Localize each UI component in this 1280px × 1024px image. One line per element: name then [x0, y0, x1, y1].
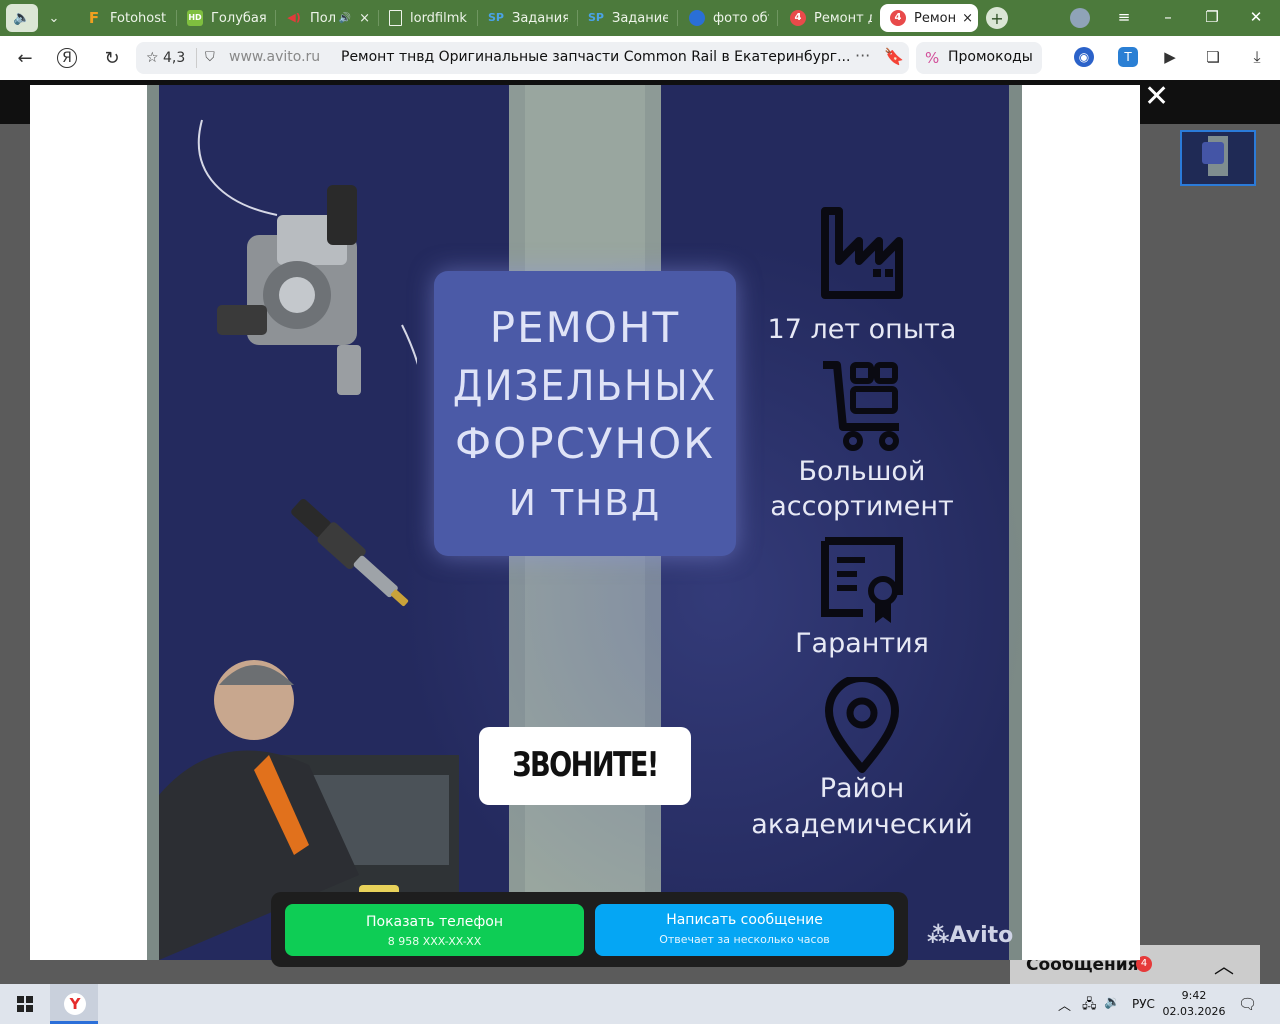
speaker-icon: 🔈	[13, 10, 31, 26]
volume-icon[interactable]: 🔉	[1104, 995, 1120, 1010]
chevron-down-icon: ⌄	[48, 10, 60, 26]
close-tab-icon[interactable]: ×	[359, 11, 370, 26]
factory-icon	[821, 207, 903, 299]
injector-image	[291, 499, 409, 606]
profile-avatar[interactable]	[1070, 8, 1090, 28]
cart-icon	[823, 361, 899, 451]
close-gallery-icon[interactable]: ✕	[1144, 82, 1169, 112]
clock[interactable]: 9:42 02.03.2026	[1162, 988, 1226, 1020]
location-pin-icon	[825, 677, 899, 773]
title-line-1: РЕМОНТ	[489, 303, 681, 352]
audio-playing-icon: ◀)	[287, 11, 301, 24]
more-icon[interactable]: ···	[855, 46, 870, 65]
shield-icon[interactable]: ⛉	[205, 50, 215, 65]
url-page-title[interactable]: Ремонт тнвд Оригинальные запчасти Common…	[341, 49, 850, 65]
feature-warranty: Гарантия	[795, 628, 929, 659]
feature-experience: 17 лет опыта	[767, 314, 957, 345]
mute-icon[interactable]: 🔊	[339, 13, 351, 24]
avito-badge-icon: 4	[790, 10, 806, 26]
sp-icon: SP	[488, 11, 504, 24]
extension-shield-icon[interactable]: ◉	[1074, 47, 1094, 67]
show-phone-label: Показать телефон	[365, 914, 504, 930]
notifications-icon[interactable]: 🗨	[1238, 995, 1257, 1013]
tab-remont-active[interactable]: 4 Ремон ×	[880, 4, 978, 32]
promo-label: Промокоды	[948, 49, 1033, 65]
feature-district-2: академический	[751, 809, 973, 840]
show-phone-button[interactable]	[285, 904, 584, 956]
plus-icon: +	[990, 8, 1004, 28]
download-icon[interactable]: ⤓	[1247, 47, 1267, 67]
fuel-pump-image	[197, 119, 417, 395]
chevron-up-icon[interactable]: ︿	[1214, 950, 1234, 979]
sp-icon: SP	[588, 11, 604, 24]
tab-zadanie[interactable]: SP Задание	[588, 6, 668, 30]
phone-number: 8 958 XXX-XX-XX	[387, 935, 482, 948]
extension-translate-icon[interactable]: T	[1118, 47, 1138, 67]
new-tab-button[interactable]: +	[986, 7, 1008, 29]
fotohost-icon: F	[88, 9, 100, 27]
tab-audio[interactable]: ◀) Пол 🔊 ×	[286, 6, 370, 30]
tab-bar: 🔈 ⌄ F Fotohost HD Голубая ◀) Пол 🔊 × lor…	[0, 0, 1280, 36]
language-indicator[interactable]: РУС	[1132, 997, 1155, 1011]
bookmark-icon[interactable]: 🔖	[884, 47, 904, 66]
network-icon[interactable]: 🖧	[1082, 995, 1097, 1017]
feature-assortment-1: Большой	[798, 456, 926, 487]
tab-media[interactable]: 🔈	[6, 4, 38, 32]
site-rating[interactable]: ☆ 4,3	[146, 50, 185, 66]
back-icon[interactable]: ←	[14, 48, 36, 69]
close-tab-icon[interactable]: ×	[962, 11, 973, 26]
windows-start-icon[interactable]	[17, 996, 33, 1012]
menu-icon[interactable]: ≡	[1114, 8, 1134, 26]
title-line-3: ФОРСУНОК	[455, 419, 715, 468]
gallery-thumbnail[interactable]	[1180, 130, 1256, 186]
star-icon: ☆	[146, 50, 159, 66]
listing-image: РЕМОНТ ДИЗЕЛЬНЫХ ФОРСУНОК И ТНВД ЗВОНИТЕ…	[147, 85, 1022, 960]
title-line-4: И ТНВД	[508, 483, 662, 524]
minimize-icon[interactable]: –	[1158, 8, 1178, 26]
page-icon	[389, 10, 402, 26]
tab-fotohost[interactable]: F Fotohost	[86, 6, 168, 30]
tray-chevron-icon[interactable]: ︿	[1058, 995, 1071, 1014]
clock-date: 02.03.2026	[1162, 1005, 1226, 1018]
url-domain[interactable]: www.avito.ru	[229, 49, 320, 65]
response-time: Отвечает за несколько часов	[659, 933, 830, 946]
avito-watermark: ⁂Avito	[927, 923, 1014, 948]
hd-icon: HD	[187, 10, 203, 26]
call-label: ЗВОНИТЕ!	[512, 745, 659, 785]
percent-icon: %	[925, 49, 940, 67]
write-message-label: Написать сообщение	[666, 912, 823, 928]
photo-icon	[689, 10, 705, 26]
feature-district-1: Район	[819, 773, 905, 804]
tab-foto[interactable]: фото объ	[689, 6, 769, 30]
tab-lordfilm[interactable]: lordfilmk	[389, 6, 469, 30]
video-icon[interactable]: ▶	[1160, 47, 1180, 67]
clock-time: 9:42	[1181, 989, 1207, 1002]
avito-dots-icon: ⁂	[927, 923, 950, 948]
tab-golubaya[interactable]: HD Голубая	[187, 6, 267, 30]
title-line-2: ДИЗЕЛЬНЫХ	[452, 361, 718, 410]
restore-icon[interactable]: ❐	[1202, 8, 1222, 26]
tab-remont[interactable]: 4 Ремонт д	[790, 6, 872, 30]
tab-list-button[interactable]: ⌄	[42, 6, 66, 30]
yandex-icon[interactable]: Я	[57, 48, 77, 68]
close-window-icon[interactable]: ✕	[1246, 8, 1266, 26]
yandex-browser-icon: Y	[64, 993, 86, 1015]
reload-icon[interactable]: ↻	[101, 48, 123, 69]
collections-icon[interactable]: ❏	[1203, 47, 1223, 67]
certificate-icon	[821, 537, 903, 623]
tab-zadaniya[interactable]: SP Задания	[488, 6, 568, 30]
feature-assortment-2: ассортимент	[770, 491, 954, 522]
avito-badge-icon: 4	[890, 10, 906, 26]
